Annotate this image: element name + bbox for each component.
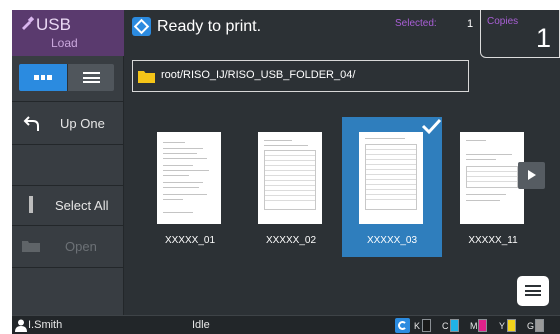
file-thumbnail-grid: XXXXX_01 XXXXX_02 XXXXX_03 XXXXX_11 [124,102,560,280]
machine-state: Idle [192,319,210,331]
ink-fill [423,320,430,331]
ink-fill [479,320,486,331]
file-name: XX [544,235,560,246]
divider [12,144,124,145]
file-thumbnail-selected[interactable]: XXXXX_03 [342,117,442,257]
select-all-button[interactable]: Select All [12,186,124,224]
ink-fill [451,320,458,331]
copies-value: 1 [535,23,551,53]
folder-icon [138,71,155,83]
file-name: XXXXX_11 [468,235,518,246]
page-preview [157,132,221,224]
list-view-icon [83,72,100,83]
printer-status-icon [132,17,151,36]
up-arrow-icon [23,116,39,131]
user-name[interactable]: I.Smith [28,319,62,331]
status-bar: I.Smith Idle K C M Y G [12,315,560,334]
divider [12,267,124,268]
sidebar: USB Load Up One Select All Open [12,10,124,315]
page-preview [258,132,322,224]
user-icon [15,319,27,332]
open-label: Open [65,239,97,254]
folder-path: root/RISO_IJ/RISO_USB_FOLDER_04/ [161,69,356,81]
menu-button[interactable] [517,276,549,306]
file-name: XXXXX_02 [265,235,317,246]
list-view-button[interactable] [67,64,114,91]
up-one-button[interactable]: Up One [12,102,124,144]
copies-label: Copies [487,16,519,27]
ink-fill [536,320,543,331]
select-all-icon [29,196,33,213]
file-name: XXXXX_03 [366,235,418,246]
page-preview [460,132,524,224]
next-page-button[interactable] [518,162,545,189]
select-all-label: Select All [55,198,109,213]
file-thumbnail[interactable]: XX [544,117,560,257]
next-page-icon [528,170,536,180]
page-preview [359,132,423,224]
open-button[interactable]: Open [12,226,124,266]
thumbnail-view-button[interactable] [19,64,67,91]
usb-icon [22,16,34,30]
selected-count: 1 [467,18,474,30]
selected-label: Selected: [395,18,437,29]
usb-source-tab[interactable]: USB Load [12,10,124,56]
view-mode-toggle [19,64,114,91]
up-one-label: Up One [60,116,105,131]
source-title: USB [36,15,71,34]
folder-path-bar: root/RISO_IJ/RISO_USB_FOLDER_04/ [132,60,469,92]
source-subtitle: Load [51,36,78,50]
ink-fill [508,320,515,331]
file-thumbnail[interactable]: XXXXX_01 [140,117,240,257]
file-name: XXXXX_01 [164,235,216,246]
status-message: Ready to print. [157,18,262,35]
thumbnail-view-icon [34,75,53,80]
menu-icon [525,285,541,296]
file-thumbnail[interactable]: XXXXX_02 [241,117,341,257]
network-icon [395,318,410,333]
check-icon [421,118,442,135]
copies-field[interactable]: Copies 1 [480,10,560,58]
folder-open-icon [22,241,40,252]
print-from-usb-screen: USB Load Up One Select All Open Ready to… [12,10,560,334]
